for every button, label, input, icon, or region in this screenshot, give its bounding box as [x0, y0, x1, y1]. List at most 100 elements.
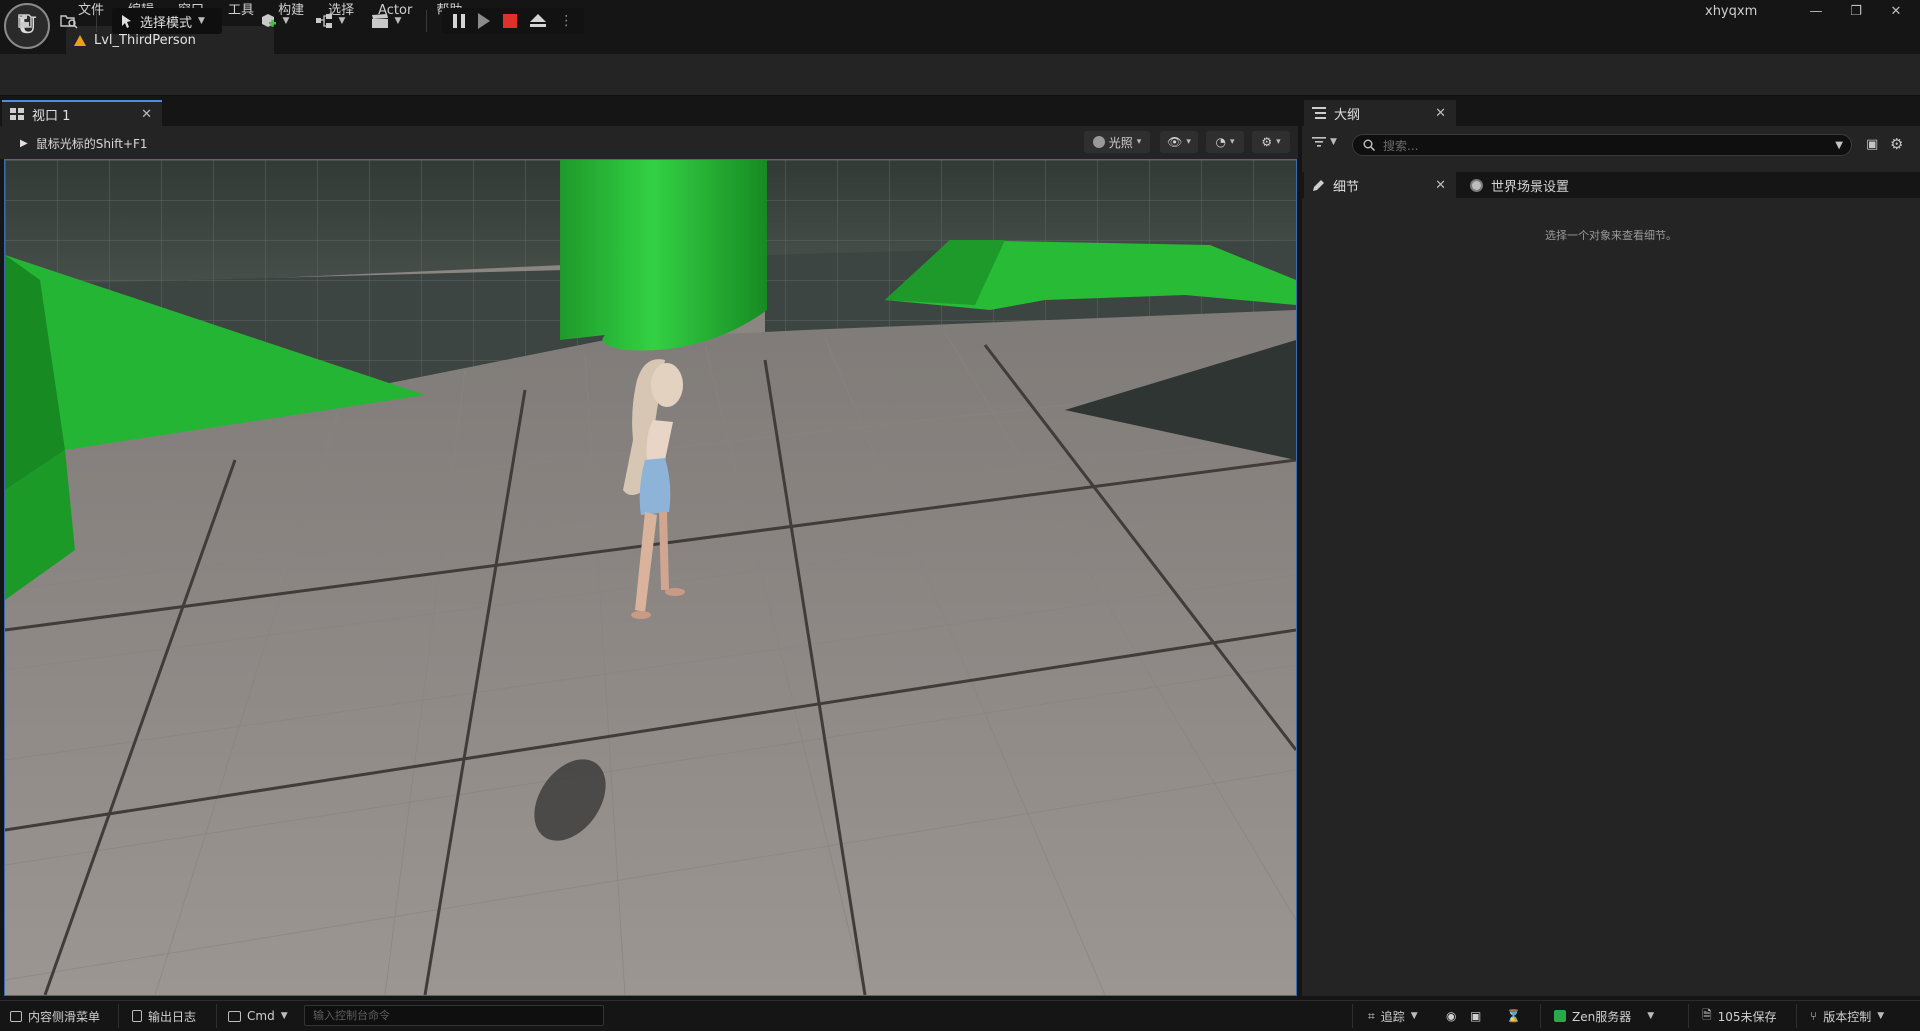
console-command-input[interactable]: 输入控制台命令 — [304, 1005, 604, 1026]
cinematics-button[interactable]: ▼ — [366, 8, 406, 34]
viewport-grid-icon — [10, 108, 24, 120]
details-tab-label: 细节 — [1333, 179, 1360, 195]
user-name[interactable]: xhyqxm — [1705, 4, 1757, 19]
cmd-label: Cmd — [247, 1009, 275, 1023]
timer-button[interactable]: ⌛ — [1506, 1006, 1521, 1026]
status-divider — [1540, 1004, 1541, 1028]
viewport-hint: ▶ 鼠标光标的Shift+F1 — [20, 135, 148, 152]
show-flags-dropdown[interactable]: 👁 ▾ — [1160, 131, 1198, 153]
chevron-down-icon: ▼ — [198, 16, 205, 26]
gear-icon: ⚙ — [1261, 135, 1273, 149]
status-divider — [216, 1004, 217, 1028]
close-tab-icon[interactable]: ✕ — [1435, 106, 1446, 121]
search-placeholder: 搜索... — [1383, 138, 1419, 153]
zen-server-icon — [1554, 1010, 1566, 1022]
more-options-icon[interactable]: ⋮ — [559, 13, 573, 29]
filter-dropdown[interactable]: ▼ — [1312, 136, 1337, 148]
viewport-performance-dropdown[interactable]: ◔ ▾ — [1206, 131, 1244, 153]
save-icon — [18, 14, 32, 28]
viewport-tab-bar — [0, 98, 1298, 126]
stop-icon[interactable] — [502, 14, 517, 28]
chevron-down-icon: ▾ — [1186, 137, 1191, 147]
status-divider — [1796, 1004, 1797, 1028]
scene-render — [5, 160, 1296, 995]
content-drawer-label: 内容侧滑菜单 — [28, 1009, 101, 1024]
world-settings-tab-label: 世界场景设置 — [1491, 179, 1570, 195]
main-toolbar — [0, 54, 1920, 96]
frame-skip-icon[interactable] — [477, 13, 490, 29]
tab-world-settings[interactable]: 世界场景设置 — [1462, 172, 1622, 198]
lit-sphere-icon — [1092, 136, 1105, 148]
camera-icon: ▣ — [1470, 1009, 1482, 1023]
browse-button[interactable] — [56, 8, 82, 34]
status-divider — [1352, 1004, 1353, 1028]
source-control-label: 版本控制 — [1823, 1009, 1872, 1024]
filter-icon — [1312, 137, 1326, 147]
folder-search-icon — [60, 15, 78, 29]
zen-server-dropdown[interactable]: Zen服务器 ▼ — [1554, 1006, 1654, 1026]
search-icon — [1363, 139, 1375, 151]
hourglass-icon: ⌛ — [1506, 1009, 1521, 1023]
branch-icon: ⑂ — [1810, 1009, 1818, 1023]
level-viewport[interactable] — [4, 159, 1297, 996]
unsaved-button[interactable]: 🗎 105未保存 — [1702, 1006, 1777, 1026]
zen-server-label: Zen服务器 — [1572, 1009, 1632, 1024]
trace-icon: ⌗ — [1368, 1008, 1375, 1023]
toolbar-divider — [426, 10, 427, 32]
chevron-down-icon: ▼ — [1877, 1011, 1885, 1021]
viewport-tab-label: 视口 1 — [32, 108, 71, 124]
close-window-button[interactable]: ✕ — [1876, 0, 1916, 22]
details-panel — [1302, 198, 1920, 996]
save-button[interactable] — [12, 8, 38, 34]
chevron-down-icon: ▼ — [1410, 1011, 1418, 1021]
trace-dropdown[interactable]: ⌗ 追踪 ▼ — [1368, 1006, 1418, 1026]
tab-outliner[interactable]: 大纲 ✕ — [1304, 100, 1456, 126]
level-warning-icon — [74, 34, 86, 46]
globe-icon — [1470, 178, 1483, 192]
cmd-dropdown[interactable]: Cmd ▼ — [228, 1006, 288, 1026]
content-drawer-icon — [10, 1010, 22, 1022]
source-control-dropdown[interactable]: ⑂ 版本控制 ▼ — [1810, 1006, 1884, 1026]
select-mode-label: 选择模式 — [140, 15, 193, 31]
restore-button[interactable]: ❐ — [1836, 0, 1876, 22]
play-hint-icon: ▶ — [20, 138, 28, 149]
clapperboard-icon — [371, 14, 388, 28]
minimize-button[interactable]: — — [1796, 0, 1836, 22]
lighting-mode-dropdown[interactable]: 光照 ▾ — [1084, 131, 1150, 153]
record-button[interactable]: ◉ — [1446, 1006, 1456, 1026]
pause-icon[interactable] — [452, 14, 465, 28]
tab-viewport-1[interactable]: 视口 1 ✕ — [2, 100, 162, 126]
tab-details[interactable]: 细节 ✕ — [1304, 172, 1456, 198]
close-tab-icon[interactable]: ✕ — [141, 107, 152, 122]
viewport-settings-dropdown[interactable]: ⚙ ▾ — [1252, 131, 1290, 153]
chevron-down-icon: ▾ — [1136, 137, 1142, 147]
select-mode-dropdown[interactable]: 选择模式 ▼ — [112, 8, 222, 34]
level-tab-label: Lvl_ThirdPerson — [94, 32, 196, 48]
details-empty-message: 选择一个对象来查看细节。 — [1545, 229, 1677, 242]
toolbar-divider — [96, 10, 97, 32]
eject-icon[interactable] — [530, 14, 547, 28]
content-drawer-button[interactable]: 内容侧滑菜单 — [10, 1006, 100, 1026]
add-actor-button[interactable]: ▼ — [254, 8, 294, 34]
chevron-down-icon[interactable]: ▼ — [1835, 140, 1843, 151]
unsaved-files-icon: 🗎 — [1702, 1007, 1712, 1022]
blueprint-icon — [315, 14, 332, 28]
status-divider — [118, 1004, 119, 1028]
close-tab-icon[interactable]: ✕ — [1435, 178, 1446, 193]
output-log-button[interactable]: 输出日志 — [132, 1006, 196, 1026]
gear-icon[interactable]: ⚙ — [1890, 135, 1903, 153]
output-log-label: 输出日志 — [148, 1009, 197, 1024]
chevron-down-icon: ▼ — [280, 1011, 288, 1021]
play-controls: ⋮ — [442, 8, 584, 34]
screenshot-button[interactable]: ▣ — [1470, 1006, 1481, 1026]
chevron-down-icon: ▼ — [394, 16, 402, 26]
eye-icon: 👁 — [1167, 135, 1183, 149]
gauge-icon: ◔ — [1215, 135, 1226, 149]
outliner-search-input[interactable]: 搜索... ▼ — [1352, 134, 1852, 156]
outliner-list-icon — [1312, 107, 1326, 119]
add-folder-icon[interactable]: ▣ — [1866, 137, 1878, 152]
blueprint-button[interactable]: ▼ — [310, 8, 350, 34]
chevron-down-icon: ▾ — [1276, 137, 1281, 147]
terminal-icon — [228, 1010, 241, 1022]
viewport-hint-text: 鼠标光标的Shift+F1 — [35, 137, 148, 151]
